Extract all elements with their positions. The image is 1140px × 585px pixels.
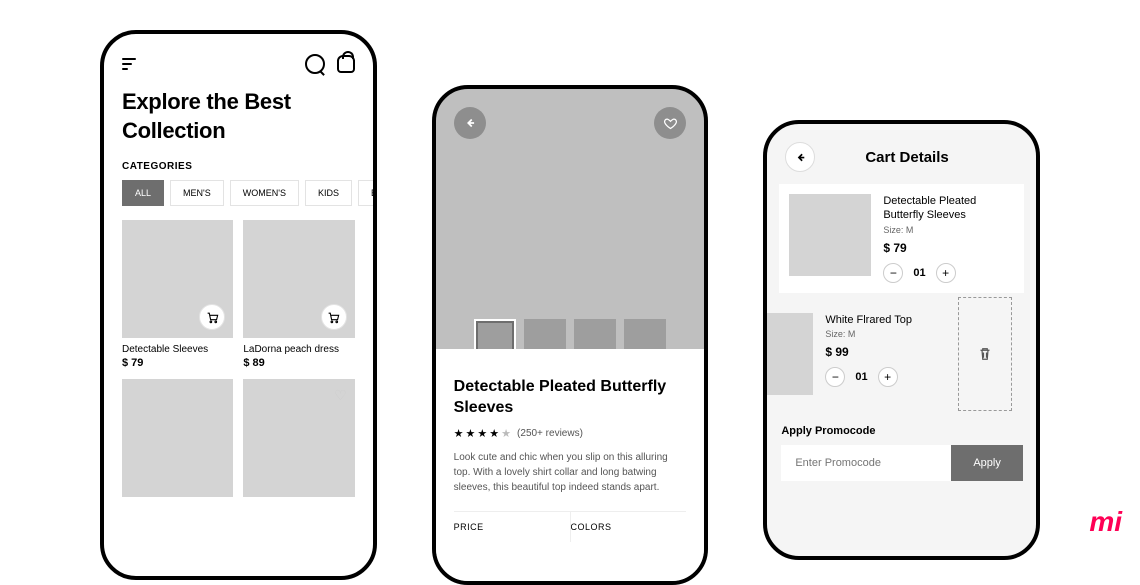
cart-item-size: Size: M <box>883 225 1014 235</box>
heart-icon[interactable]: ♡ <box>334 387 347 404</box>
back-button[interactable] <box>785 142 815 172</box>
category-all[interactable]: ALL <box>122 180 164 206</box>
search-icon[interactable] <box>305 54 325 74</box>
star-icon: ★ <box>489 427 499 440</box>
brand-logo: mi <box>1089 506 1122 538</box>
cart-item-image <box>789 194 871 276</box>
colors-label: COLORS <box>571 512 687 542</box>
product-title: Detectable Pleated Butterfly Sleeves <box>454 377 687 419</box>
apply-button[interactable]: Apply <box>951 445 1023 481</box>
cart-item-image <box>767 313 813 395</box>
product-price: $ 89 <box>243 357 354 369</box>
categories-label: CATEGORIES <box>104 145 373 180</box>
product-description: Look cute and chic when you slip on this… <box>454 450 687 495</box>
quantity-value: 01 <box>855 371 867 383</box>
increment-button[interactable]: + <box>878 367 898 387</box>
star-icon: ★ <box>454 427 464 440</box>
page-title: Explore the Best Collection <box>104 74 373 145</box>
star-icon: ★ <box>501 427 511 440</box>
product-name: Detectable Sleeves <box>122 344 233 355</box>
menu-icon[interactable] <box>122 58 136 70</box>
promo-label: Apply Promocode <box>781 425 1022 437</box>
product-price: $ 79 <box>122 357 233 369</box>
product-name: LaDorna peach dress <box>243 344 354 355</box>
product-card[interactable] <box>122 379 233 497</box>
increment-button[interactable]: + <box>936 263 956 283</box>
product-detail-screen: Detectable Pleated Butterfly Sleeves ★ ★… <box>432 85 709 585</box>
explore-screen: Explore the Best Collection CATEGORIES A… <box>100 30 377 580</box>
category-womens[interactable]: WOMEN'S <box>230 180 299 206</box>
quantity-value: 01 <box>913 267 925 279</box>
star-icon: ★ <box>477 427 487 440</box>
decrement-button[interactable]: − <box>825 367 845 387</box>
promo-input[interactable] <box>781 445 951 481</box>
back-button[interactable] <box>454 107 486 139</box>
cart-title: Cart Details <box>865 149 948 166</box>
cart-item-name: Detectable Pleated Butterfly Sleeves <box>883 194 1014 223</box>
cart-screen: Cart Details Detectable Pleated Butterfl… <box>763 120 1040 560</box>
product-card[interactable]: Detectable Sleeves $ 79 <box>122 220 233 369</box>
category-beauty[interactable]: BEAUTY <box>358 180 373 206</box>
star-icon: ★ <box>466 427 476 440</box>
product-card[interactable]: LaDorna peach dress $ 89 <box>243 220 354 369</box>
decrement-button[interactable]: − <box>883 263 903 283</box>
product-image <box>122 379 233 497</box>
cart-item-price: $ 79 <box>883 241 1014 255</box>
review-count: (250+ reviews) <box>517 428 583 439</box>
price-label: PRICE <box>454 512 571 542</box>
product-image: ♡ <box>243 379 354 497</box>
delete-button[interactable] <box>958 297 1012 411</box>
bag-icon[interactable] <box>337 55 355 73</box>
add-to-cart-button[interactable] <box>321 304 347 330</box>
product-image <box>243 220 354 338</box>
product-image <box>122 220 233 338</box>
rating: ★ ★ ★ ★ ★ (250+ reviews) <box>454 427 687 440</box>
category-kids[interactable]: KIDS <box>305 180 352 206</box>
favorite-button[interactable] <box>654 107 686 139</box>
add-to-cart-button[interactable] <box>199 304 225 330</box>
product-card[interactable]: ♡ <box>243 379 354 497</box>
cart-item: Detectable Pleated Butterfly Sleeves Siz… <box>779 184 1024 293</box>
cart-item: White Flrared Top Size: M $ 99 − 01 + <box>767 303 1024 405</box>
category-mens[interactable]: MEN'S <box>170 180 224 206</box>
